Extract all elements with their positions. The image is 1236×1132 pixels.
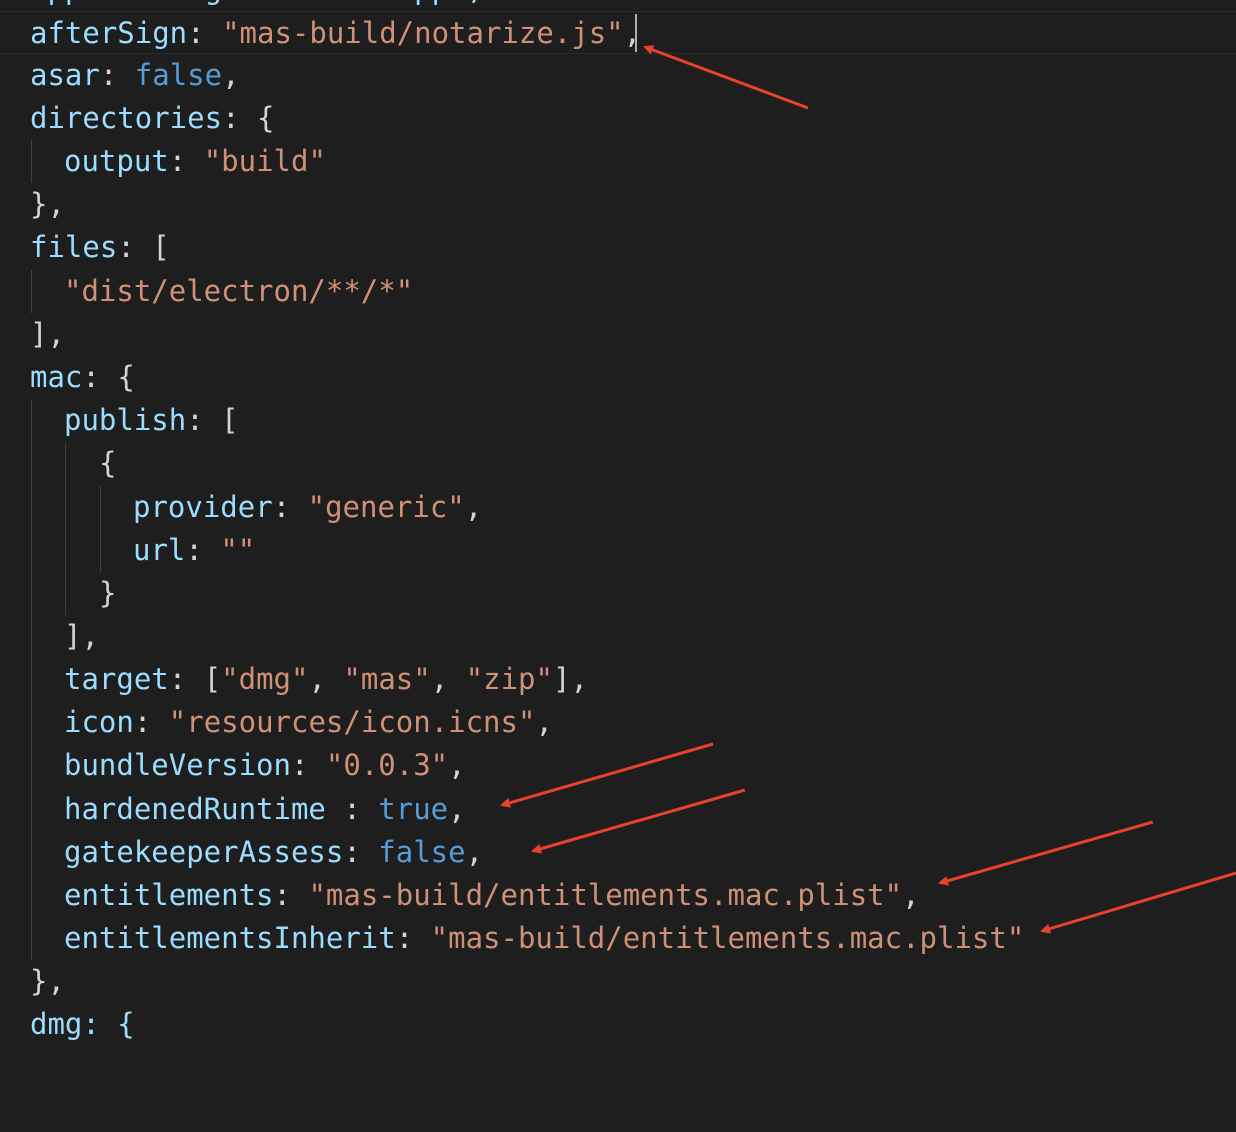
- colon: :: [272, 490, 291, 524]
- close-bracket: ],: [552, 662, 588, 696]
- colon: :: [343, 835, 361, 869]
- code-line-icon[interactable]: icon: "resources/icon.icns",: [0, 701, 1236, 744]
- line-text: appId: "org.electron.app",: [30, 0, 484, 11]
- comma: ,: [464, 490, 483, 524]
- code-line-hardenedruntime[interactable]: hardenedRuntime : true,: [0, 788, 1236, 831]
- code-line-bundleversion[interactable]: bundleVersion: "0.0.3",: [0, 744, 1236, 787]
- key-asar: asar: [30, 58, 100, 92]
- code-line-url[interactable]: url: "": [0, 529, 1236, 572]
- text-cursor: [635, 14, 637, 52]
- value-provider: "generic": [307, 490, 465, 524]
- comma: ,: [222, 58, 240, 92]
- close-bracket: ],: [64, 619, 99, 653]
- comma: ,: [465, 835, 484, 869]
- value-asar: false: [134, 58, 223, 92]
- colon: :: [82, 360, 100, 394]
- value-entitlements: "mas-build/entitlements.mac.plist": [308, 878, 903, 912]
- comma: ,: [448, 792, 466, 826]
- open-brace: {: [99, 446, 117, 480]
- value-aftersign: "mas-build/notarize.js": [222, 16, 624, 50]
- code-line-appid[interactable]: appId: "org.electron.app",: [0, 0, 1236, 11]
- value-target-dmg: "dmg": [221, 662, 309, 696]
- code-line-publish[interactable]: publish: [: [0, 399, 1236, 442]
- value-files-entry: "dist/electron/**/*": [64, 274, 414, 308]
- code-editor[interactable]: appId: "org.electron.app", afterSign: "m…: [0, 0, 1236, 1041]
- open-bracket: [: [221, 403, 239, 437]
- comma: ,: [902, 878, 920, 912]
- code-line-entitlements[interactable]: entitlements: "mas-build/entitlements.ma…: [0, 874, 1236, 917]
- close-brace: },: [30, 187, 65, 221]
- code-line-directories[interactable]: directories: {: [0, 97, 1236, 140]
- code-line-asar[interactable]: asar: false,: [0, 54, 1236, 97]
- colon: :: [99, 58, 118, 92]
- key-mac: mac: [30, 360, 83, 394]
- colon: :: [325, 792, 361, 826]
- code-line-target[interactable]: target: ["dmg", "mas", "zip"],: [0, 658, 1236, 701]
- value-url: "": [220, 533, 256, 567]
- comma: ,: [535, 705, 553, 739]
- comma: ,: [430, 662, 449, 696]
- colon: :: [222, 101, 240, 135]
- value-output: "build": [203, 144, 326, 178]
- open-brace: {: [257, 101, 275, 135]
- colon: :: [117, 230, 135, 264]
- key-hardenedruntime: hardenedRuntime: [64, 792, 326, 826]
- colon: :: [168, 662, 187, 696]
- comma: ,: [623, 16, 642, 50]
- colon: :: [186, 403, 204, 437]
- colon: :: [395, 921, 414, 955]
- code-line-provider[interactable]: provider: "generic",: [0, 486, 1236, 529]
- value-entitlementsinherit: "mas-build/entitlements.mac.plist": [430, 921, 1025, 955]
- code-line-files[interactable]: files: [: [0, 226, 1236, 269]
- close-brace: }: [99, 576, 117, 610]
- key-target: target: [64, 662, 169, 696]
- key-gatekeeperassess: gatekeeperAssess: [64, 835, 344, 869]
- code-line-mac[interactable]: mac: {: [0, 356, 1236, 399]
- code-line-close-files[interactable]: ],: [0, 313, 1236, 356]
- open-bracket: [: [152, 230, 170, 264]
- close-bracket: ],: [30, 317, 65, 351]
- value-icon: "resources/icon.icns": [168, 705, 536, 739]
- code-line-close-publish[interactable]: ],: [0, 615, 1236, 658]
- line-text: dmg: {: [30, 1007, 135, 1041]
- code-line-publish-object-open[interactable]: {: [0, 442, 1236, 485]
- comma: ,: [448, 748, 466, 782]
- colon: :: [168, 144, 187, 178]
- key-provider: provider: [133, 490, 273, 524]
- code-line-close-mac[interactable]: },: [0, 960, 1236, 1003]
- code-line-entitlementsinherit[interactable]: entitlementsInherit: "mas-build/entitlem…: [0, 917, 1236, 960]
- value-hardenedruntime: true: [378, 792, 449, 826]
- value-gatekeeperassess: false: [378, 835, 466, 869]
- value-target-mas: "mas": [343, 662, 431, 696]
- code-line-aftersign[interactable]: afterSign: "mas-build/notarize.js",: [0, 11, 1236, 54]
- close-brace: },: [30, 964, 65, 998]
- open-brace: {: [117, 360, 135, 394]
- key-files: files: [30, 230, 118, 264]
- key-output: output: [64, 144, 169, 178]
- key-url: url: [133, 533, 186, 567]
- colon: :: [187, 16, 205, 50]
- code-line-files-entry[interactable]: "dist/electron/**/*": [0, 270, 1236, 313]
- key-icon: icon: [64, 705, 134, 739]
- key-directories: directories: [30, 101, 223, 135]
- value-bundleversion: "0.0.3": [325, 748, 449, 782]
- key-publish: publish: [64, 403, 187, 437]
- code-line-gatekeeperassess[interactable]: gatekeeperAssess: false,: [0, 831, 1236, 874]
- code-line-output[interactable]: output: "build": [0, 140, 1236, 183]
- key-bundleversion: bundleVersion: [64, 748, 291, 782]
- colon: :: [133, 705, 152, 739]
- value-target-zip: "zip": [465, 662, 553, 696]
- open-bracket: [: [203, 662, 222, 696]
- key-entitlements: entitlements: [64, 878, 274, 912]
- code-line-dmg[interactable]: dmg: {: [0, 1003, 1236, 1046]
- key-aftersign: afterSign: [30, 16, 188, 50]
- code-line-publish-object-close[interactable]: }: [0, 572, 1236, 615]
- colon: :: [185, 533, 203, 567]
- colon: :: [290, 748, 309, 782]
- colon: :: [273, 878, 291, 912]
- key-entitlementsinherit: entitlementsInherit: [64, 921, 396, 955]
- code-line-close-directories[interactable]: },: [0, 183, 1236, 226]
- comma: ,: [308, 662, 326, 696]
